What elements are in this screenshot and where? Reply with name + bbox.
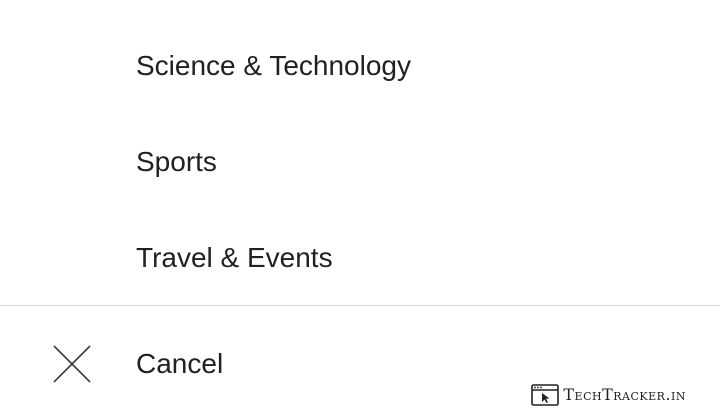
menu-item-sports[interactable]: Sports bbox=[0, 114, 720, 210]
menu-item-travel-events[interactable]: Travel & Events bbox=[0, 210, 720, 306]
menu-item-science-technology[interactable]: Science & Technology bbox=[0, 18, 720, 114]
cancel-label: Cancel bbox=[136, 348, 224, 379]
divider bbox=[0, 305, 720, 306]
watermark-logo: TechTracker.in bbox=[531, 384, 686, 406]
close-icon bbox=[53, 345, 91, 383]
menu-item-label: Travel & Events bbox=[136, 242, 333, 273]
menu-item-label: Sports bbox=[136, 146, 217, 177]
menu-item-label: Science & Technology bbox=[136, 50, 411, 81]
browser-cursor-icon bbox=[531, 384, 560, 406]
watermark-text: TechTracker.in bbox=[563, 385, 686, 404]
bottom-sheet-menu: Science & Technology Sports Travel & Eve… bbox=[0, 0, 720, 416]
